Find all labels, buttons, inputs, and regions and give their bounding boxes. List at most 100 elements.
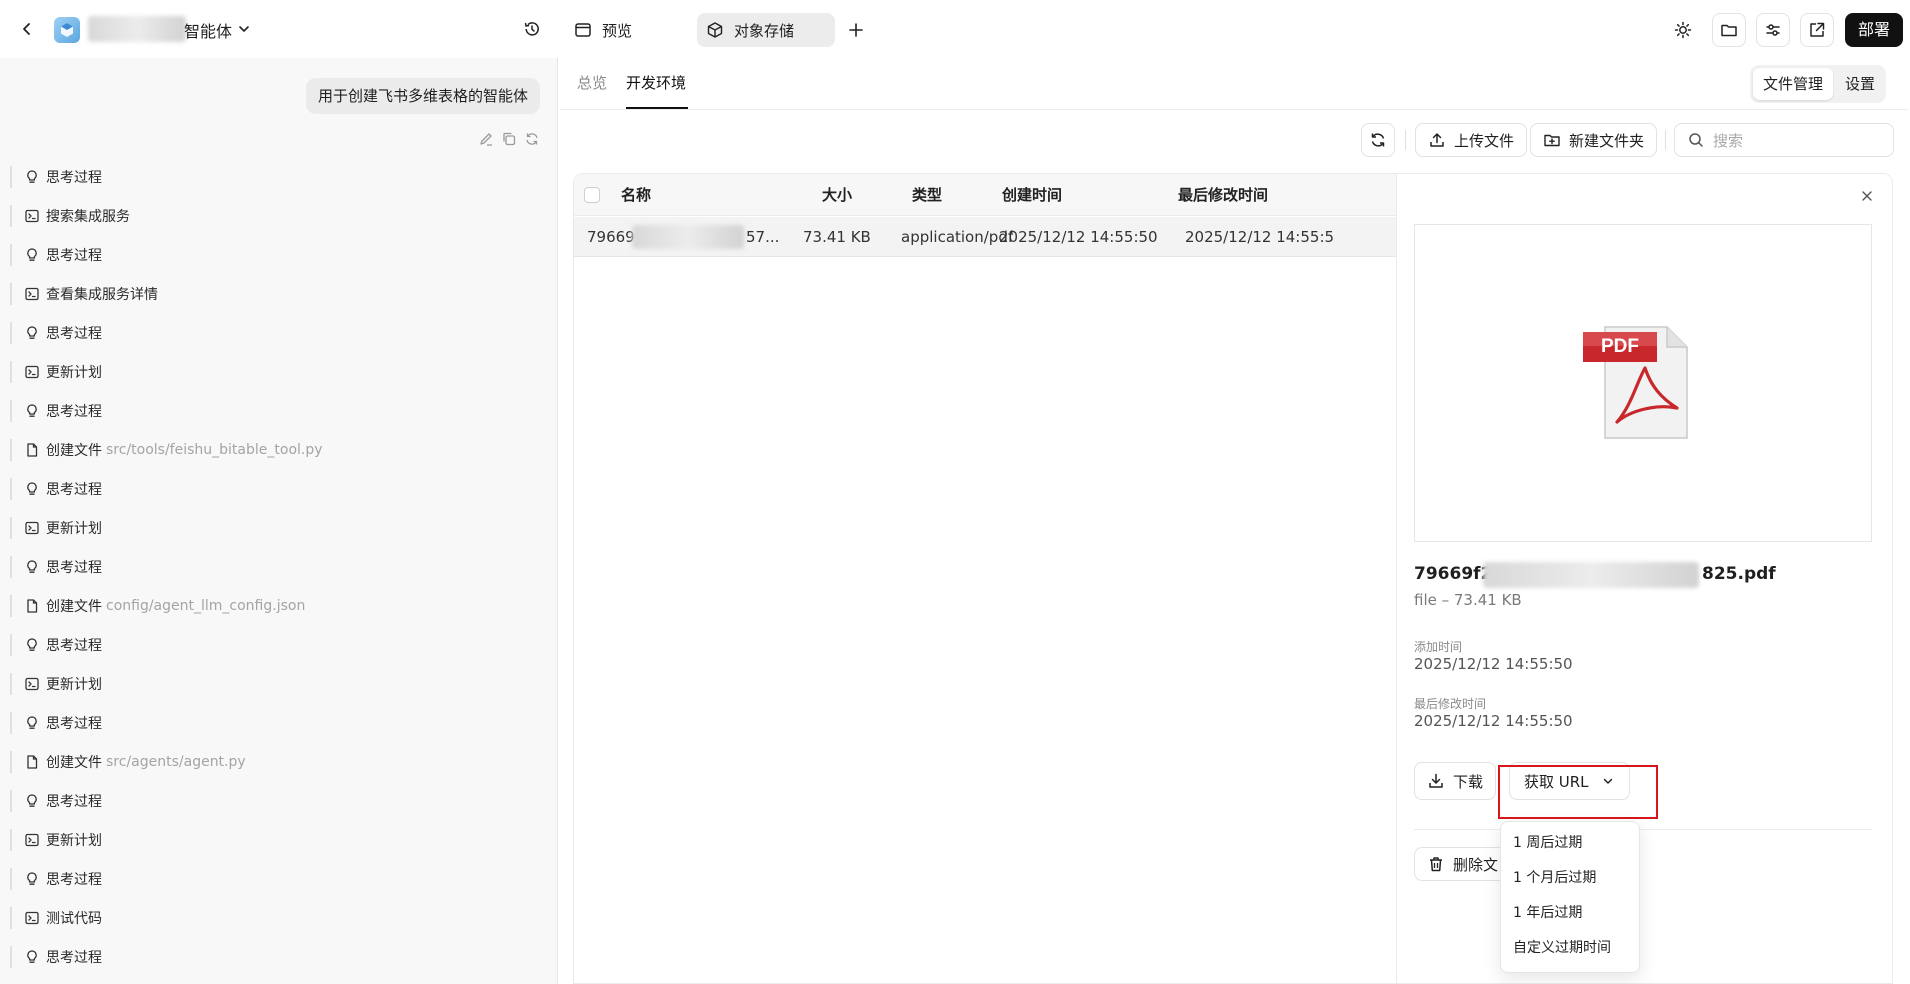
tab-object-storage-label: 对象存储 <box>734 21 795 40</box>
regenerate-icon[interactable] <box>524 131 540 147</box>
step-rail <box>10 790 12 812</box>
file-preview: PDF <box>1414 224 1872 542</box>
step-item-terminal[interactable]: 更新计划 <box>10 517 102 539</box>
file-type: application/pdf <box>901 228 1014 246</box>
tab-overview[interactable]: 总览 <box>577 72 607 93</box>
upload-file-button[interactable]: 上传文件 <box>1415 123 1528 157</box>
step-label: 思考过程 <box>46 950 102 966</box>
close-detail-button[interactable] <box>1860 189 1874 203</box>
search-input[interactable]: 搜索 <box>1674 123 1894 157</box>
step-label: 更新计划 <box>46 521 102 537</box>
file-icon <box>27 443 38 457</box>
step-item-file[interactable]: 创建文件 src/tools/feishu_bitable_tool.py <box>10 439 323 461</box>
menu-item-1-year[interactable]: 1 年后过期 <box>1501 896 1639 931</box>
step-rail <box>10 556 12 578</box>
step-item-think[interactable]: 思考过程 <box>10 712 102 734</box>
delete-file-button[interactable]: 删除文 <box>1414 847 1514 881</box>
upload-file-label: 上传文件 <box>1454 131 1515 150</box>
step-item-terminal[interactable]: 搜索集成服务 <box>10 205 130 227</box>
url-expiry-menu: 1 周后过期 1 个月后过期 1 年后过期 自定义过期时间 <box>1500 821 1640 973</box>
tab-object-storage[interactable]: 对象存储 <box>697 13 835 47</box>
file-icon <box>27 755 38 769</box>
step-rail <box>10 166 12 188</box>
add-tab-button[interactable] <box>839 13 873 47</box>
step-rail <box>10 400 12 422</box>
step-item-file[interactable]: 创建文件 src/agents/agent.py <box>10 751 246 773</box>
terminal-icon <box>25 287 39 301</box>
step-rail <box>10 634 12 656</box>
window-icon <box>575 23 591 37</box>
step-rail <box>10 868 12 890</box>
step-item-think[interactable]: 思考过程 <box>10 634 102 656</box>
step-rail <box>10 595 12 617</box>
config-button[interactable] <box>1756 13 1790 47</box>
refresh-button[interactable] <box>1361 123 1395 157</box>
step-rail <box>10 907 12 929</box>
lightbulb-icon <box>27 638 37 651</box>
step-item-think[interactable]: 思考过程 <box>10 322 102 344</box>
theme-toggle-button[interactable] <box>1666 13 1700 47</box>
open-external-button[interactable] <box>1800 13 1834 47</box>
step-item-think[interactable]: 思考过程 <box>10 556 102 578</box>
step-item-think[interactable]: 思考过程 <box>10 790 102 812</box>
history-button[interactable] <box>515 12 549 46</box>
step-label: 思考过程 <box>46 716 102 732</box>
step-item-think[interactable]: 思考过程 <box>10 868 102 890</box>
select-all-checkbox[interactable] <box>584 187 600 203</box>
col-type[interactable]: 类型 <box>912 174 942 216</box>
step-item-think[interactable]: 思考过程 <box>10 244 102 266</box>
menu-item-1-month[interactable]: 1 个月后过期 <box>1501 861 1639 896</box>
file-management-button[interactable]: 文件管理 <box>1753 68 1833 100</box>
lightbulb-icon <box>27 404 37 417</box>
step-label: 思考过程 <box>46 482 102 498</box>
step-label: 创建文件 <box>46 443 102 459</box>
detail-filename-redacted <box>1483 562 1699 588</box>
terminal-icon <box>25 833 39 847</box>
col-modified[interactable]: 最后修改时间 <box>1178 174 1268 216</box>
step-file-path: src/agents/agent.py <box>106 754 246 770</box>
menu-item-1-week[interactable]: 1 周后过期 <box>1501 826 1639 861</box>
files-button[interactable] <box>1712 13 1746 47</box>
delete-file-label: 删除文 <box>1453 855 1499 874</box>
col-name[interactable]: 名称 <box>621 174 651 216</box>
table-row[interactable]: 79669 57... 73.41 KB application/pdf 202… <box>574 217 1396 257</box>
step-file-path: src/tools/feishu_bitable_tool.py <box>106 442 323 458</box>
edit-icon[interactable] <box>478 131 494 147</box>
copy-icon[interactable] <box>501 131 517 147</box>
deploy-button[interactable]: 部署 <box>1845 13 1903 47</box>
close-icon <box>1862 191 1872 201</box>
external-link-icon <box>1810 22 1825 37</box>
tab-preview[interactable]: 预览 <box>566 13 640 47</box>
step-label: 搜索集成服务 <box>46 209 130 225</box>
step-item-think[interactable]: 思考过程 <box>10 478 102 500</box>
new-folder-button[interactable]: 新建文件夹 <box>1530 123 1658 157</box>
step-item-file[interactable]: 创建文件 config/agent_llm_config.json <box>10 595 305 617</box>
agent-avatar <box>54 17 80 43</box>
step-label: 思考过程 <box>46 794 102 810</box>
download-button[interactable]: 下载 <box>1414 762 1497 800</box>
col-size[interactable]: 大小 <box>822 174 852 216</box>
step-item-think[interactable]: 思考过程 <box>10 946 102 968</box>
step-item-terminal[interactable]: 查看集成服务详情 <box>10 283 158 305</box>
agent-name[interactable]: 智能体 <box>184 18 232 42</box>
step-label: 思考过程 <box>46 404 102 420</box>
step-label: 思考过程 <box>46 248 102 264</box>
detail-divider <box>1414 829 1872 830</box>
settings-button[interactable]: 设置 <box>1836 68 1884 100</box>
tab-dev-env[interactable]: 开发环境 <box>626 72 686 93</box>
back-button[interactable] <box>10 12 44 46</box>
step-label: 思考过程 <box>46 326 102 342</box>
modified-time-value: 2025/12/12 14:55:50 <box>1414 712 1573 730</box>
step-item-think[interactable]: 思考过程 <box>10 400 102 422</box>
menu-item-custom[interactable]: 自定义过期时间 <box>1501 931 1639 966</box>
step-item-terminal[interactable]: 测试代码 <box>10 907 102 929</box>
step-item-terminal[interactable]: 更新计划 <box>10 829 102 851</box>
agent-switch-button[interactable] <box>236 21 252 37</box>
step-item-terminal[interactable]: 更新计划 <box>10 673 102 695</box>
step-rail <box>10 517 12 539</box>
step-label: 更新计划 <box>46 365 102 381</box>
col-created[interactable]: 创建时间 <box>1002 174 1062 216</box>
step-item-think[interactable]: 思考过程 <box>10 166 102 188</box>
step-item-terminal[interactable]: 更新计划 <box>10 361 102 383</box>
folder-plus-icon <box>1544 134 1560 147</box>
